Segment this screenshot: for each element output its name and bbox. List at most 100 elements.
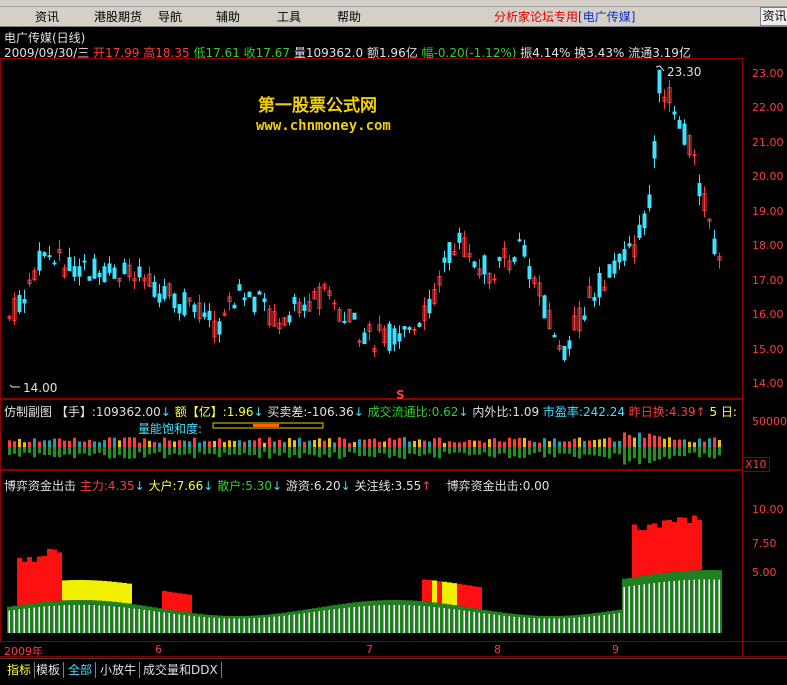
candle-body	[657, 69, 662, 94]
volume-bar-up	[143, 438, 146, 447]
capital-bar-white	[98, 605, 100, 633]
volume-bar-down	[538, 447, 541, 453]
volume-bar-up	[698, 438, 701, 447]
volume-bar-up	[628, 434, 631, 447]
volume-bar-series	[8, 432, 721, 465]
tab-indicator[interactable]: 指标	[4, 662, 36, 678]
volume-bar-up	[93, 441, 96, 447]
capital-bar-white	[483, 613, 485, 633]
volume-bar-up	[258, 437, 261, 447]
capital-bar-extra	[27, 557, 32, 604]
capital-bar-white	[303, 613, 305, 633]
tab-template[interactable]: 模板	[33, 662, 65, 678]
capital-bar-extra	[657, 527, 662, 574]
capital-bar-white	[408, 605, 410, 633]
volume-bar-up	[278, 439, 281, 447]
tab-all[interactable]: 全部	[65, 662, 97, 678]
volume-bar-down	[168, 447, 171, 455]
candle-body	[332, 302, 337, 305]
volume-bar-down	[438, 447, 441, 459]
candle-body	[22, 299, 27, 304]
volume-bar-up	[318, 438, 321, 447]
volume-bar-down	[78, 447, 81, 454]
volume-bar-down	[128, 447, 131, 459]
capital-bar-extra	[677, 517, 682, 572]
capital-bar-white	[138, 609, 140, 633]
volume-bar-down	[263, 447, 266, 452]
capital-bar-extra	[437, 581, 442, 604]
capital-bar-white	[663, 581, 665, 633]
volume-bar-down	[13, 447, 16, 454]
volume-bar-down	[108, 447, 111, 459]
volume-bar-down	[543, 447, 546, 458]
volume-bar-up	[83, 441, 86, 447]
candle-body	[387, 323, 392, 351]
candle-body	[527, 266, 532, 280]
volume-bar-up	[13, 441, 16, 447]
volume-bar-up	[418, 439, 421, 447]
capital-bar-white	[628, 586, 630, 633]
volume-bar-up	[583, 440, 586, 447]
capital-bar-extra	[107, 581, 112, 602]
capital-bar-white	[648, 583, 650, 633]
capital-bar-white	[313, 611, 315, 633]
volume-bar-down	[628, 447, 631, 462]
volume-bar-up	[163, 437, 166, 447]
volume-bar-up	[473, 440, 476, 447]
capital-bar-extra	[102, 580, 107, 601]
volume-bar-up	[298, 437, 301, 447]
capital-bar-white	[453, 609, 455, 633]
chart-canvas[interactable]	[0, 0, 787, 684]
candle-body	[152, 281, 157, 297]
time-label-year: 2009年	[4, 645, 43, 658]
volume-bar-down	[198, 447, 201, 453]
volume-bar-down	[608, 447, 611, 459]
candle-body	[137, 266, 142, 278]
time-label-jun: 6	[155, 643, 162, 656]
capital-bar-white	[293, 614, 295, 633]
volume-bar-up	[523, 437, 526, 447]
capital-bar-extra	[452, 583, 457, 606]
capital-bar-white	[508, 616, 510, 633]
volume-bar-down	[558, 447, 561, 454]
volume-bar-down	[228, 447, 231, 455]
volume-bar-up	[393, 439, 396, 447]
volume-bar-up	[238, 440, 241, 447]
volume-bar-up	[448, 441, 451, 447]
capital-bar-extra	[177, 593, 182, 612]
capital-bar-white	[403, 605, 405, 633]
min-marker-line	[9, 384, 20, 388]
capital-bar-extra	[182, 593, 187, 612]
tab-volume-ddx[interactable]: 成交量和DDX	[140, 662, 222, 678]
capital-bar-white	[573, 617, 575, 633]
volume-bar-down	[8, 447, 11, 455]
volume-bar-up	[653, 435, 656, 447]
volume-bar-up	[603, 438, 606, 447]
candle-body	[697, 183, 702, 197]
tab-xiaofangniu[interactable]: 小放牛	[97, 662, 141, 678]
volume-bar-down	[708, 447, 711, 458]
candle-body	[82, 260, 87, 263]
capital-bar-white	[343, 608, 345, 633]
volume-bar-up	[233, 440, 236, 447]
volume-bar-down	[363, 447, 366, 456]
candle-body	[112, 267, 117, 279]
volume-bar-down	[178, 447, 181, 456]
volume-bar-down	[378, 447, 381, 454]
capital-bar-white	[33, 607, 35, 633]
capital-bar-white	[223, 618, 225, 633]
volume-bar-down	[173, 447, 176, 454]
volume-bar-down	[533, 447, 536, 454]
volume-bar-down	[18, 447, 21, 457]
volume-bar-down	[313, 447, 316, 456]
capital-bar-white	[683, 580, 685, 633]
volume-bar-up	[438, 437, 441, 447]
volume-bar-up	[493, 438, 496, 447]
candle-body	[672, 111, 677, 115]
volume-bar-down	[678, 447, 681, 456]
volume-bar-up	[8, 440, 11, 447]
volume-bar-up	[243, 441, 246, 447]
volume-bar-up	[108, 437, 111, 447]
volume-bar-down	[348, 447, 351, 452]
capital-bar-white	[578, 617, 580, 633]
